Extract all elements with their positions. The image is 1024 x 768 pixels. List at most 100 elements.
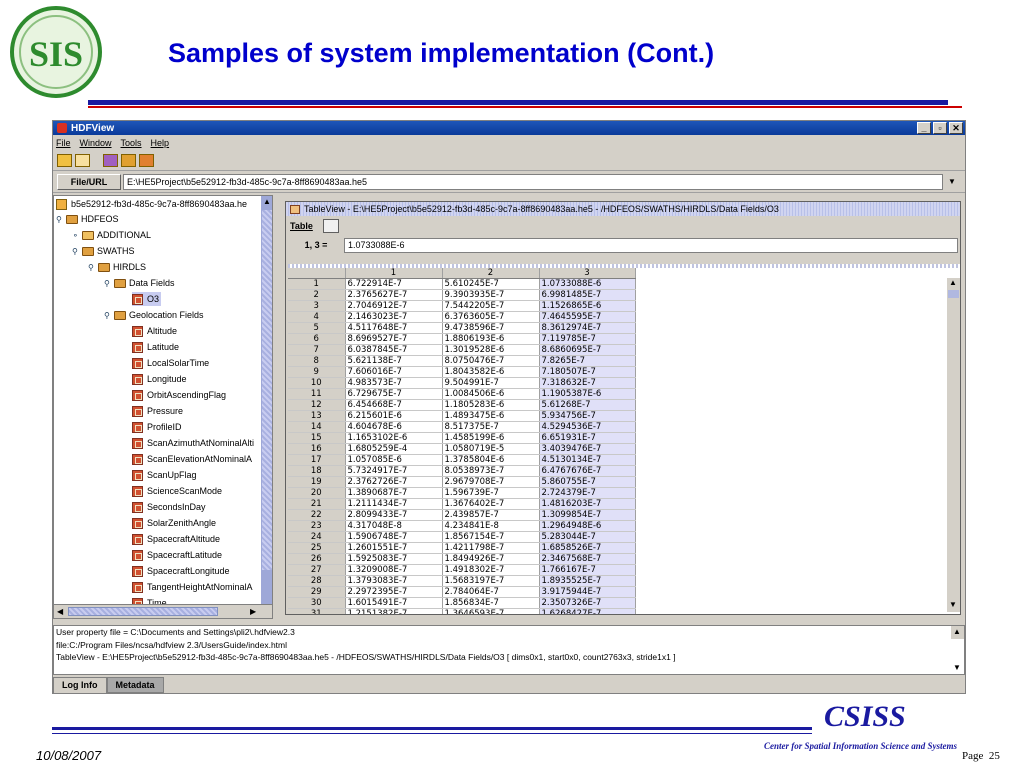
table-cell[interactable]: 1.0084506E-6 [442,388,540,401]
table-cell[interactable]: 1.3676402E-7 [442,498,540,511]
menu-help[interactable]: Help [151,138,170,148]
tree-vertical-scrollbar[interactable]: ▲ [261,196,272,604]
table-cell[interactable]: 1.0733088E-6 [539,278,636,291]
row-header[interactable]: 6 [288,333,346,346]
tree-node-geo-item[interactable]: ProfileID [132,420,182,434]
menu-table[interactable]: Table [290,221,313,231]
table-cell[interactable]: 1.8494926E-7 [442,553,540,566]
row-header[interactable]: 29 [288,586,346,599]
tree-node-geolocation-fields[interactable]: ⚲ Geolocation Fields [104,308,204,322]
table-cell[interactable]: 1.4211798E-7 [442,542,540,555]
table-cell[interactable]: 2.9679708E-7 [442,476,540,489]
tree-node-geo-item[interactable]: ScanElevationAtNominalA [132,452,252,466]
tree-node-geo-item[interactable]: Pressure [132,404,183,418]
table-cell[interactable]: 3.4039476E-7 [539,443,636,456]
row-header[interactable]: 12 [288,399,346,412]
row-header[interactable]: 22 [288,509,346,522]
restore-button[interactable]: ▫ [933,122,947,134]
cell-value-field[interactable]: 1.0733088E-6 [344,237,958,253]
table-cell[interactable]: 7.8265E-7 [539,355,636,368]
tree-node-geo-item[interactable]: SolarZenithAngle [132,516,216,530]
table-cell[interactable]: 1.3209008E-7 [345,564,443,577]
row-header[interactable]: 14 [288,421,346,434]
table-cell[interactable]: 2.3762726E-7 [345,476,443,489]
table-cell[interactable]: 1.3019528E-6 [442,344,540,357]
table-cell[interactable]: 7.318632E-7 [539,377,636,390]
table-cell[interactable]: 5.283044E-7 [539,531,636,544]
row-header[interactable]: 8 [288,355,346,368]
table-cell[interactable]: 6.0387845E-7 [345,344,443,357]
scroll-up-icon[interactable]: ▲ [949,278,957,287]
column-header[interactable]: 2 [442,268,540,280]
table-cell[interactable]: 5.934756E-7 [539,410,636,423]
collapsed-toggle-icon[interactable]: ⚬ [72,231,82,240]
table-cell[interactable]: 1.1526865E-6 [539,300,636,313]
table-cell[interactable]: 1.5683197E-7 [442,575,540,588]
tab-metadata[interactable]: Metadata [106,677,164,693]
tree-node-geo-item[interactable]: SpacecraftLatitude [132,548,222,562]
table-cell[interactable]: 1.3646593E-7 [442,608,540,614]
table-cell[interactable]: 1.3890687E-7 [345,487,443,500]
row-header[interactable]: 26 [288,553,346,566]
table-cell[interactable]: 9.504991E-7 [442,377,540,390]
row-header[interactable]: 17 [288,454,346,467]
file-url-button[interactable]: File/URL [57,173,121,190]
table-cell[interactable]: 6.454668E-7 [345,399,443,412]
row-header[interactable]: 11 [288,388,346,401]
table-cell[interactable]: 1.3785804E-6 [442,454,540,467]
table-cell[interactable]: 8.6860695E-7 [539,344,636,357]
expanded-toggle-icon[interactable]: ⚲ [72,247,82,256]
tree-node-geo-item[interactable]: Altitude [132,324,177,338]
row-header[interactable]: 27 [288,564,346,577]
table-cell[interactable]: 5.860755E-7 [539,476,636,489]
table-cell[interactable]: 1.2601551E-7 [345,542,443,555]
table-cell[interactable]: 1.1905387E-6 [539,388,636,401]
table-cell[interactable]: 1.6805259E-4 [345,443,443,456]
table-cell[interactable]: 2.1463023E-7 [345,311,443,324]
chevron-down-icon[interactable]: ▼ [943,174,961,190]
table-cell[interactable]: 4.5117648E-7 [345,322,443,335]
table-cell[interactable]: 1.3793083E-7 [345,575,443,588]
table-cell[interactable]: 1.8043582E-6 [442,366,540,379]
expanded-toggle-icon[interactable]: ⚲ [104,311,114,320]
table-cell[interactable]: 8.0750476E-7 [442,355,540,368]
tree-node-geo-item[interactable]: LocalSolarTime [132,356,209,370]
table-cell[interactable]: 9.4738596E-7 [442,322,540,335]
table-cell[interactable]: 2.8099433E-7 [345,509,443,522]
table-cell[interactable]: 2.784064E-7 [442,586,540,599]
column-header[interactable]: 1 [345,268,443,280]
table-cell[interactable]: 1.5906748E-7 [345,531,443,544]
scroll-up-icon[interactable]: ▲ [263,197,271,206]
row-header[interactable]: 24 [288,531,346,544]
close-file-icon[interactable] [75,154,90,167]
table-cell[interactable]: 7.5442205E-7 [442,300,540,313]
table-cell[interactable]: 1.4816203E-7 [539,498,636,511]
expanded-toggle-icon[interactable]: ⚲ [88,263,98,272]
tree-node-data-fields[interactable]: ⚲ Data Fields [104,276,175,290]
chart-icon[interactable] [322,219,339,233]
help-book-icon[interactable] [103,154,118,167]
table-cell[interactable]: 1.0580719E-5 [442,443,540,456]
table-cell[interactable]: 2.3467568E-7 [539,553,636,566]
table-cell[interactable]: 2.724379E-7 [539,487,636,500]
scroll-down-icon[interactable]: ▼ [953,662,961,674]
row-header[interactable]: 9 [288,366,346,379]
table-cell[interactable]: 8.3612974E-7 [539,322,636,335]
row-header[interactable]: 2 [288,289,346,302]
table-cell[interactable]: 1.856834E-7 [442,597,540,610]
table-cell[interactable]: 9.3903935E-7 [442,289,540,302]
table-cell[interactable]: 2.3507326E-7 [539,597,636,610]
tree-node-geo-item[interactable]: SecondsInDay [132,500,206,514]
tree-root[interactable]: b5e52912-fb3d-485c-9c7a-8ff8690483aa.he [56,197,247,211]
row-header[interactable]: 3 [288,300,346,313]
table-cell[interactable]: 4.983573E-7 [345,377,443,390]
console-scrollbar[interactable]: ▲ ▼ [951,626,964,672]
hdf4-library-icon[interactable] [121,154,136,167]
tree-node-geo-item[interactable]: OrbitAscendingFlag [132,388,226,402]
column-header[interactable]: 3 [539,268,636,280]
menu-tools[interactable]: Tools [121,138,142,148]
tree-horizontal-scrollbar[interactable]: ◀ ▶ [54,604,272,618]
table-cell[interactable]: 1.4893475E-6 [442,410,540,423]
scroll-thumb[interactable] [948,290,959,298]
table-cell[interactable]: 8.0538973E-7 [442,465,540,478]
